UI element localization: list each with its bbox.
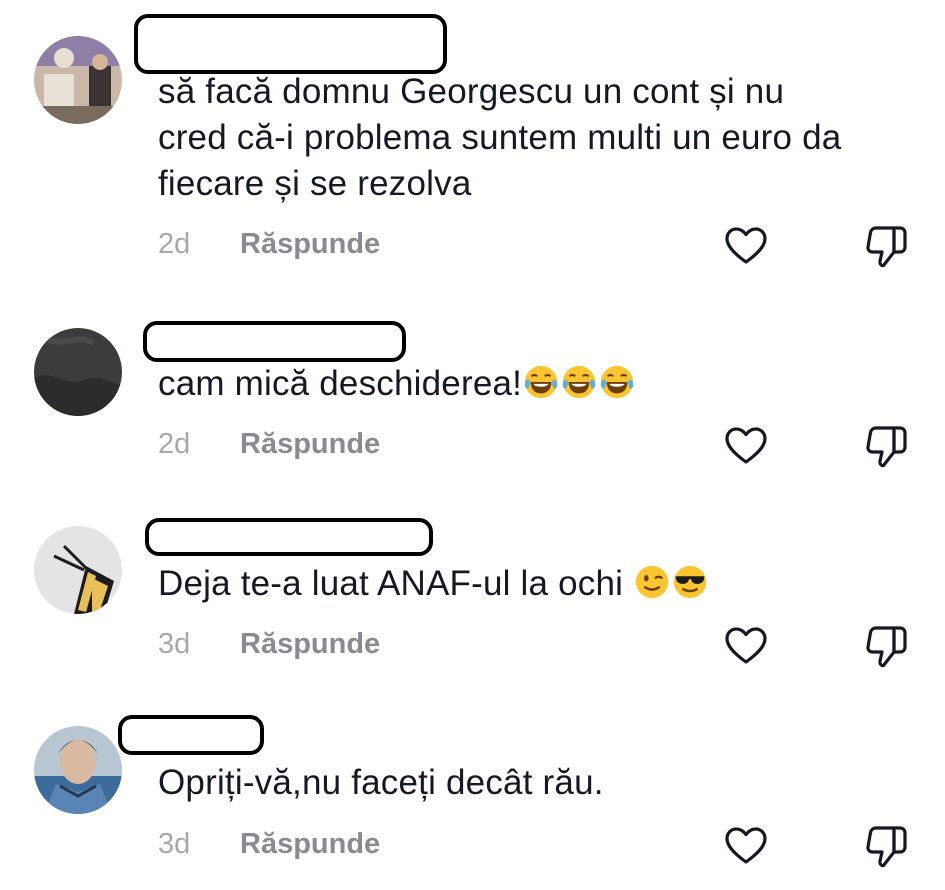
comment-age: 3d (158, 628, 191, 660)
avatar[interactable] (34, 36, 122, 124)
tears-of-joy-emoji-icon (524, 365, 558, 399)
winking-face-emoji-icon (635, 565, 669, 599)
avatar[interactable] (34, 726, 122, 814)
comment-text-body: Deja te-a luat ANAF-ul la ochi (158, 564, 634, 603)
avatar[interactable] (34, 526, 122, 614)
comment-text: cam mică deschiderea! (158, 361, 928, 407)
tears-of-joy-emoji-icon (600, 365, 634, 399)
comment-text-body: cam mică deschiderea! (158, 364, 523, 403)
heart-outline-icon[interactable] (724, 226, 768, 266)
comment-age: 2d (158, 228, 191, 260)
thumbs-down-outline-icon[interactable] (864, 623, 910, 669)
tears-of-joy-emoji-icon (562, 365, 596, 399)
redacted-username (134, 14, 447, 74)
smiling-face-with-sunglasses-emoji-icon (673, 565, 707, 599)
redacted-username (118, 715, 264, 755)
avatar[interactable] (34, 328, 122, 416)
reply-button[interactable]: Răspunde (240, 827, 380, 861)
comment-age: 3d (158, 828, 191, 860)
reply-button[interactable]: Răspunde (240, 227, 380, 261)
redacted-username (145, 518, 433, 556)
comment-age: 2d (158, 428, 191, 460)
reply-button[interactable]: Răspunde (240, 627, 380, 661)
redacted-username (143, 321, 406, 362)
heart-outline-icon[interactable] (724, 626, 768, 666)
comment-text: Opriți-vă,nu faceți decât rău. (158, 763, 604, 802)
reply-button[interactable]: Răspunde (240, 427, 380, 461)
comment-text: Deja te-a luat ANAF-ul la ochi (158, 561, 928, 607)
heart-outline-icon[interactable] (724, 426, 768, 466)
comment-text: să facă domnu Georgescu un cont și nu cr… (158, 72, 842, 203)
thumbs-down-outline-icon[interactable] (864, 823, 910, 869)
heart-outline-icon[interactable] (724, 826, 768, 866)
thumbs-down-outline-icon[interactable] (864, 423, 910, 469)
thumbs-down-outline-icon[interactable] (864, 223, 910, 269)
